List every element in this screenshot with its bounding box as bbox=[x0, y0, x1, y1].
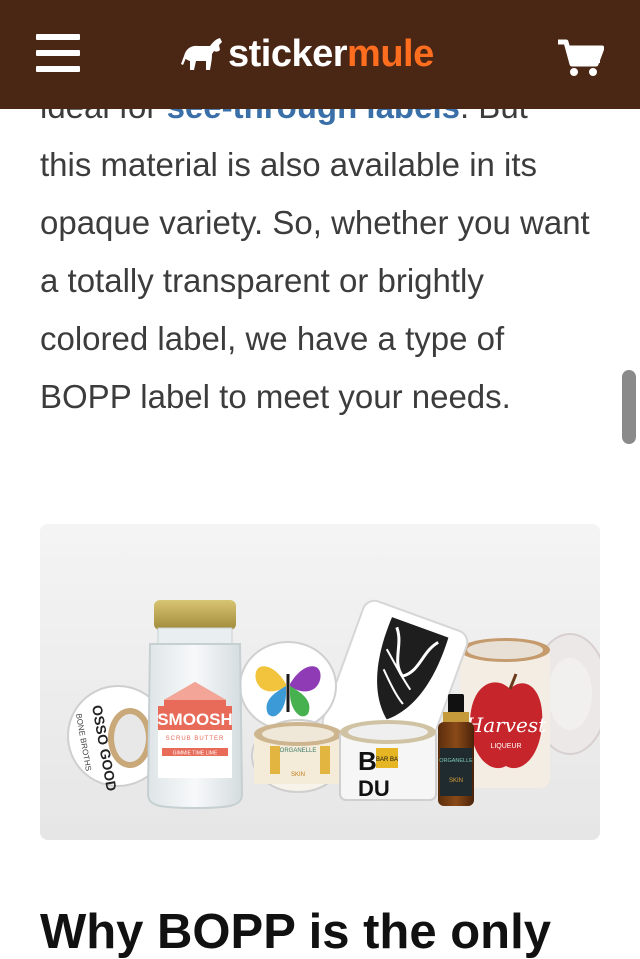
site-header: stickermule bbox=[0, 0, 640, 109]
svg-text:B: B bbox=[358, 746, 377, 776]
svg-text:GIMMIE TIME LIME: GIMMIE TIME LIME bbox=[173, 751, 218, 757]
svg-text:ORGANELLE: ORGANELLE bbox=[280, 748, 317, 754]
svg-text:ORGANELLE: ORGANELLE bbox=[439, 758, 473, 764]
svg-text:SMOOSH: SMOOSH bbox=[157, 710, 233, 729]
svg-text:SKIN: SKIN bbox=[291, 772, 305, 778]
scrollbar-thumb[interactable] bbox=[622, 370, 636, 444]
roll-barba-dud: B DU BAR BA bbox=[339, 720, 437, 801]
svg-text:DU: DU bbox=[358, 776, 390, 801]
roll-butterfly bbox=[239, 641, 337, 731]
bopp-labels-photo: OSSO GOOD BONE BROTHS Harvest LIQUEUR OR… bbox=[40, 524, 600, 840]
paragraph-body: this material is also available in its o… bbox=[40, 146, 590, 415]
svg-text:SCRUB BUTTER: SCRUB BUTTER bbox=[166, 736, 225, 742]
roll-organelle: ORGANELLE SKIN bbox=[251, 719, 345, 793]
section-heading: Why BOPP is the only bbox=[40, 905, 551, 959]
mule-logo-icon bbox=[181, 38, 222, 70]
article-paragraph: ideal for see-through labels. But this m… bbox=[40, 78, 600, 426]
photo-illustration: OSSO GOOD BONE BROTHS Harvest LIQUEUR OR… bbox=[40, 524, 600, 840]
stickermule-logo[interactable]: stickermule bbox=[180, 30, 434, 78]
logo-wordmark: stickermule bbox=[228, 33, 434, 75]
page: stickermule ideal for see-through labels… bbox=[0, 0, 640, 959]
svg-text:Harvest: Harvest bbox=[465, 713, 547, 737]
svg-text:BAR BA: BAR BA bbox=[376, 757, 398, 763]
hamburger-menu-icon[interactable] bbox=[36, 32, 82, 74]
svg-text:SKIN: SKIN bbox=[449, 778, 463, 784]
svg-text:LIQUEUR: LIQUEUR bbox=[490, 743, 521, 750]
mason-jar-smoosh: SMOOSH SCRUB BUTTER GIMMIE TIME LIME bbox=[146, 600, 244, 810]
shopping-cart-icon[interactable] bbox=[556, 38, 605, 78]
